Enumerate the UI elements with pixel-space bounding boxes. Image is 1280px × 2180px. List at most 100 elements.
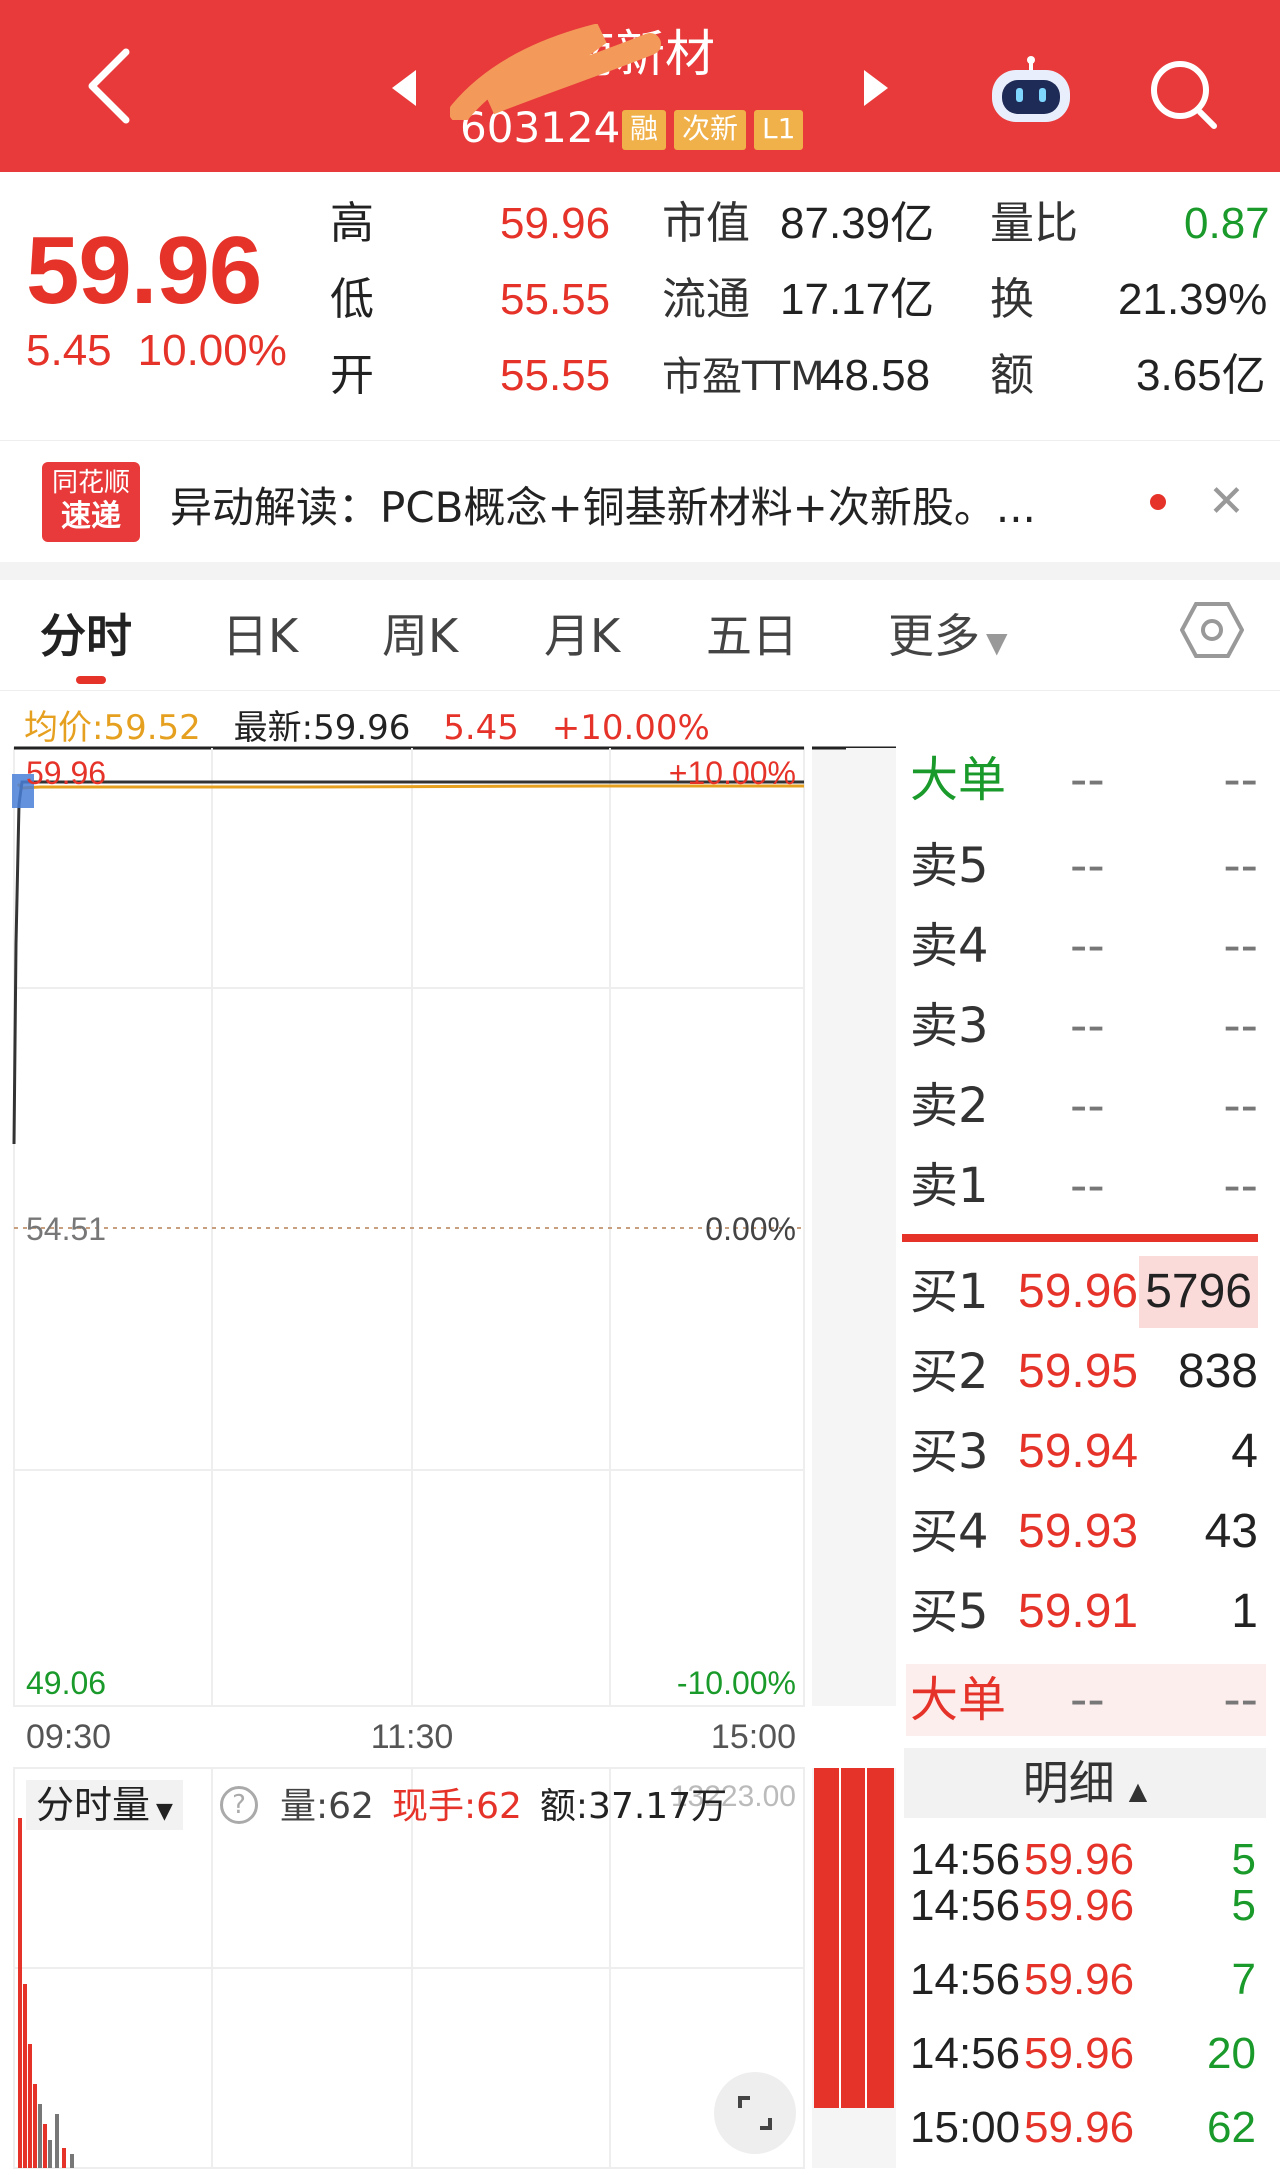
volume-bar <box>70 2154 74 2168</box>
sell-price: -- <box>1070 1158 1105 1214</box>
tick-row: 14:56 59.96 7 <box>906 1944 1266 2016</box>
tab-weekly-k[interactable]: 周K <box>382 600 458 666</box>
market-cap-label: 市值 <box>662 198 750 249</box>
buy3-row[interactable]: 买3 59.94 4 <box>906 1416 1266 1488</box>
pe-ttm-label-text: 市盈TTM <box>662 354 825 400</box>
volume-bar <box>48 2140 52 2168</box>
volume-bar <box>28 2044 32 2168</box>
sell2-row[interactable]: 卖2 -- -- <box>906 1070 1266 1142</box>
tab-intraday[interactable]: 分时 <box>40 600 132 666</box>
tab-daily-k[interactable]: 日K <box>222 600 298 666</box>
quote-open-label: 开 <box>330 350 374 401</box>
ai-assistant-icon[interactable] <box>986 56 1076 126</box>
volume-type-selector[interactable]: 分时量 ▼ <box>26 1780 183 1830</box>
buy-price: 59.96 <box>1018 1265 1139 1318</box>
buy-volume: 1 <box>1231 1585 1258 1638</box>
expand-icon[interactable] <box>714 2072 796 2154</box>
big-order-b: -- <box>1223 1672 1258 1728</box>
pct-bottom-label: -10.00% <box>677 1665 796 1701</box>
help-icon[interactable]: ? <box>220 1786 258 1824</box>
volume-type-label: 分时量 <box>36 1783 151 1827</box>
side-panel <box>846 748 896 1706</box>
intraday-chart[interactable]: 59.96 +10.00% 54.51 0.00% 49.06 -10.00% … <box>0 744 900 2174</box>
amount-label: 额 <box>990 350 1034 401</box>
chevron-down-icon: ▼ <box>986 626 1008 659</box>
sell4-row[interactable]: 卖4 -- -- <box>906 910 1266 982</box>
volume-amount: 额:37.17万 <box>539 1786 728 1827</box>
tag-sub-new: 次新 <box>674 110 747 150</box>
close-icon[interactable]: ✕ <box>1208 476 1245 527</box>
big-order-a: -- <box>1070 752 1105 808</box>
redaction-scribble <box>450 24 661 120</box>
pct-mid-label: 0.00% <box>705 1211 796 1247</box>
buy5-row[interactable]: 买5 59.91 1 <box>906 1576 1266 1648</box>
buy2-row[interactable]: 买2 59.95 838 <box>906 1336 1266 1408</box>
sell3-row[interactable]: 卖3 -- -- <box>906 990 1266 1062</box>
quote-high-value: 59.96 <box>500 199 611 248</box>
search-icon[interactable] <box>1146 56 1222 132</box>
quote-high-label: 高 <box>330 198 374 249</box>
tick-time: 15:00 <box>910 2103 1021 2152</box>
unread-dot <box>1150 494 1166 510</box>
quote-low-label: 低 <box>330 274 374 325</box>
volume-bar <box>62 2148 66 2168</box>
tab-five-day[interactable]: 五日 <box>706 600 798 666</box>
volume-bar <box>18 1818 22 2168</box>
change-amount: 5.45 <box>26 326 112 375</box>
sell-volume: -- <box>1223 998 1258 1054</box>
ths-news-logo: 同花顺 速递 <box>42 462 140 542</box>
back-arrow-icon[interactable] <box>78 44 142 128</box>
tab-more-label: 更多 <box>888 609 980 663</box>
sell1-row[interactable]: 卖1 -- -- <box>906 1150 1266 1222</box>
side-volume-bar <box>814 1768 894 2108</box>
top-bar: 南新材 603124 融 次新 L1 <box>0 0 1280 172</box>
chevron-down-icon: ▼ <box>156 1799 173 1824</box>
tick-row: 14:56 59.96 20 <box>906 2018 1266 2090</box>
sell-label: 卖3 <box>910 998 989 1054</box>
buy-volume: 838 <box>1177 1345 1258 1398</box>
volume-qty: 量:62 <box>280 1786 374 1827</box>
buy-label: 买4 <box>910 1504 989 1560</box>
float-cap-label: 流通 <box>662 274 750 325</box>
tag-level: L1 <box>754 110 804 150</box>
sell-label: 卖5 <box>910 838 989 894</box>
settings-hex-icon[interactable] <box>1180 600 1244 660</box>
tick-row: 15:00 59.96 62 <box>906 2092 1266 2164</box>
divider <box>0 440 1280 441</box>
buy-volume: 5796 <box>1139 1256 1258 1328</box>
big-order-a: -- <box>1070 1672 1105 1728</box>
tab-more[interactable]: 更多 ▼ <box>888 600 1008 666</box>
big-order-label: 大单 <box>910 752 1007 808</box>
detail-toggle[interactable]: 明细 ▲ <box>904 1748 1266 1818</box>
big-order-row-top: 大单 -- -- <box>906 744 1266 816</box>
chevron-up-icon: ▲ <box>1128 1777 1148 1805</box>
prev-stock-icon[interactable] <box>392 70 416 106</box>
price-change: 5.45 10.00% <box>26 326 313 376</box>
quote-open-value: 55.55 <box>500 351 611 400</box>
buy-label: 买3 <box>910 1424 989 1480</box>
buy-label: 买5 <box>910 1584 989 1640</box>
y-top-label: 59.96 <box>26 755 106 791</box>
big-order-b: -- <box>1223 752 1258 808</box>
info-pct: +10.00% <box>551 708 710 748</box>
tick-time: 14:56 <box>910 2029 1021 2078</box>
news-headline[interactable]: 异动解读：PCB概念+铜基新材料+次新股。... <box>170 474 1036 535</box>
sell-price: -- <box>1070 838 1105 894</box>
buy4-row[interactable]: 买4 59.93 43 <box>906 1496 1266 1568</box>
next-stock-icon[interactable] <box>864 70 888 106</box>
tick-row: 14:56 59.96 5 <box>906 1870 1266 1942</box>
volume-bar <box>43 2124 47 2168</box>
buy-volume: 4 <box>1231 1425 1258 1478</box>
change-percent: 10.00% <box>137 326 287 375</box>
quote-low-value: 55.55 <box>500 275 611 324</box>
buy-label: 买1 <box>910 1264 989 1320</box>
volume-bar <box>38 2104 42 2168</box>
y-mid-label: 54.51 <box>26 1211 106 1247</box>
buy1-row[interactable]: 买1 59.96 5796 <box>906 1256 1266 1328</box>
tab-monthly-k[interactable]: 月K <box>544 600 620 666</box>
sell5-row[interactable]: 卖5 -- -- <box>906 830 1266 902</box>
x-label-noon: 11:30 <box>371 1718 454 1756</box>
float-cap-value: 17.17亿 <box>780 275 935 324</box>
divider <box>0 690 1280 691</box>
section-separator <box>0 562 1280 580</box>
